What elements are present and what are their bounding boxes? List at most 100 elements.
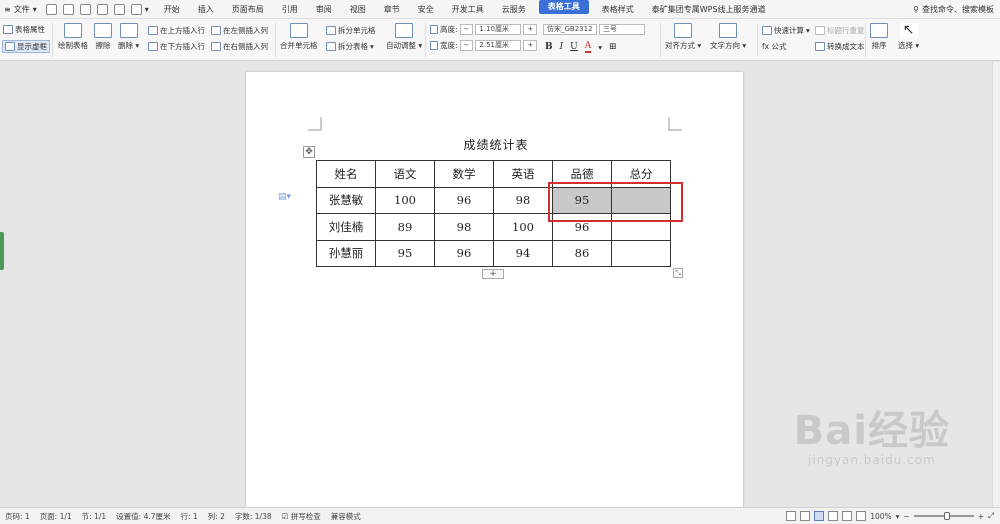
menu-tab[interactable]: 引用 xyxy=(273,0,307,19)
save-icon[interactable] xyxy=(62,3,74,15)
height-input[interactable]: 1.10厘米 xyxy=(475,24,522,35)
spell-check-button[interactable]: ☑ 拼写检查 xyxy=(277,511,326,522)
zoom-out-icon[interactable]: − xyxy=(903,512,909,521)
col-position: 列: 2 xyxy=(207,511,225,521)
table-move-handle[interactable]: ✥ xyxy=(303,146,315,158)
select-button[interactable]: ↖ 选择 ▾ xyxy=(898,23,919,51)
chevron-down-icon[interactable]: ▾ xyxy=(145,5,149,14)
sort-button[interactable]: 排序 xyxy=(870,23,888,51)
draw-table-button[interactable]: 绘制表格 xyxy=(58,23,88,51)
page-view-icon[interactable] xyxy=(814,511,825,521)
width-increment[interactable]: + xyxy=(523,40,538,51)
width-input[interactable]: 2.51厘米 xyxy=(475,40,522,51)
convert-to-text-button[interactable]: 转换成文本 xyxy=(815,41,865,52)
insert-below-button[interactable]: 在下方插入行 xyxy=(148,41,205,52)
table-resize-handle[interactable]: ⤡ xyxy=(673,268,683,278)
table-properties-button[interactable]: 表格属性 xyxy=(3,24,45,35)
formula-button[interactable]: fx 公式 xyxy=(762,41,786,52)
align-button[interactable]: 对齐方式 ▾ xyxy=(665,23,701,51)
print-icon[interactable] xyxy=(79,3,91,15)
side-panel-tab[interactable] xyxy=(0,232,4,270)
show-grid-button[interactable]: 显示虚框 xyxy=(2,40,50,53)
chevron-down-icon[interactable]: ▾ xyxy=(598,43,602,52)
table-cell[interactable]: 96 xyxy=(434,239,494,267)
document-page[interactable]: 成绩统计表 ✥ ▤▾ 姓名 语文 数学 英语 品德 总分 张慧敏 100 96 98 95 刘佳楠 89… xyxy=(246,72,743,512)
zoom-slider-thumb[interactable] xyxy=(943,512,950,520)
menu-tab[interactable]: 章节 xyxy=(375,0,409,19)
add-row-button[interactable]: + xyxy=(482,269,504,279)
vertical-scrollbar[interactable] xyxy=(992,62,1000,507)
read-view-icon[interactable] xyxy=(856,511,867,521)
fit-page-icon[interactable]: ⤢ xyxy=(988,511,994,521)
menu-tab[interactable]: 安全 xyxy=(409,0,443,19)
menu-tab[interactable]: 开发工具 xyxy=(443,0,493,19)
menu-tab[interactable]: 表格样式 xyxy=(593,0,643,19)
table-cell[interactable]: 98 xyxy=(493,186,553,214)
font-name-select[interactable]: 仿宋_GB2312 xyxy=(543,24,597,35)
table-cell[interactable]: 刘佳楠 xyxy=(316,213,376,241)
delete-icon xyxy=(119,23,138,38)
menu-tab[interactable]: 云服务 xyxy=(493,0,535,19)
table-header-cell[interactable]: 姓名 xyxy=(316,160,376,188)
menu-tab[interactable]: 泰矿集团专属WPS线上服务通道 xyxy=(643,0,775,19)
menu-tab[interactable]: 开始 xyxy=(155,0,189,19)
erase-button[interactable]: 擦除 xyxy=(94,23,112,51)
shading-button[interactable]: ⊞ xyxy=(609,42,617,52)
height-decrement[interactable]: − xyxy=(459,24,474,35)
menu-tab[interactable]: 视图 xyxy=(341,0,375,19)
delete-button[interactable]: 删除 ▾ xyxy=(118,23,139,51)
menu-tab[interactable]: 插入 xyxy=(189,0,223,19)
width-decrement[interactable]: − xyxy=(459,40,474,51)
table-header-cell[interactable]: 语文 xyxy=(375,160,435,188)
font-color-button[interactable]: A xyxy=(584,41,592,53)
file-menu[interactable]: ≡ 文件 ▾ xyxy=(0,0,43,19)
preview-icon[interactable] xyxy=(96,3,108,15)
chevron-down-icon[interactable]: ▾ xyxy=(896,512,900,521)
insert-above-button[interactable]: 在上方插入行 xyxy=(148,25,205,36)
insert-right-button[interactable]: 在右侧插入列 xyxy=(211,41,268,52)
paragraph-menu-icon[interactable]: ▤▾ xyxy=(278,192,291,202)
table-cell[interactable]: 96 xyxy=(434,186,494,214)
web-view-icon[interactable] xyxy=(842,511,853,521)
height-increment[interactable]: + xyxy=(523,24,538,35)
insert-left-button[interactable]: 在左侧插入列 xyxy=(211,25,268,36)
italic-button[interactable]: I xyxy=(560,42,564,52)
zoom-slider[interactable] xyxy=(913,512,974,520)
insert-row-above-icon xyxy=(148,26,158,35)
underline-button[interactable]: U xyxy=(570,42,578,52)
zoom-in-icon[interactable]: + xyxy=(978,512,984,521)
quick-calc-button[interactable]: 快速计算 ▾ xyxy=(762,25,810,36)
zoom-level[interactable]: 100% xyxy=(870,512,891,521)
search-box[interactable]: ⚲ 查找命令、搜索模板 xyxy=(913,4,1000,15)
font-size-select[interactable]: 三号 xyxy=(599,24,645,35)
table-header-cell[interactable]: 英语 xyxy=(493,160,553,188)
table-cell[interactable]: 89 xyxy=(375,213,435,241)
table-cell[interactable]: 86 xyxy=(552,239,612,267)
repeat-header-button[interactable]: 标题行重复 xyxy=(815,25,865,36)
bold-button[interactable]: B xyxy=(545,42,553,52)
text-direction-button[interactable]: 文字方向 ▾ xyxy=(710,23,746,51)
outline-view-icon[interactable] xyxy=(828,511,839,521)
menu-tab[interactable]: 表格工具 xyxy=(538,0,589,14)
split-table-button[interactable]: 拆分表格 ▾ xyxy=(326,41,374,52)
menu-tab[interactable]: 审阅 xyxy=(307,0,341,19)
table-cell[interactable]: 94 xyxy=(493,239,553,267)
full-screen-icon[interactable] xyxy=(800,511,811,521)
undo-icon[interactable] xyxy=(113,3,125,15)
auto-fit-button[interactable]: 自动调整 ▾ xyxy=(386,23,422,51)
table-cell[interactable]: 100 xyxy=(375,186,435,214)
menu-tab[interactable]: 页面布局 xyxy=(223,0,273,19)
table-cell[interactable] xyxy=(611,239,671,267)
eye-icon[interactable] xyxy=(786,511,797,521)
table-cell[interactable]: 100 xyxy=(493,213,553,241)
table-cell[interactable]: 孙慧丽 xyxy=(316,239,376,267)
word-count[interactable]: 字数: 1/38 xyxy=(230,511,277,522)
table-header-cell[interactable]: 数学 xyxy=(434,160,494,188)
split-cells-button[interactable]: 拆分单元格 xyxy=(326,25,376,36)
table-cell[interactable]: 95 xyxy=(375,239,435,267)
open-icon[interactable] xyxy=(45,3,57,15)
table-cell[interactable]: 张慧敏 xyxy=(316,186,376,214)
redo-icon[interactable] xyxy=(130,3,142,15)
merge-cells-button[interactable]: 合并单元格 xyxy=(280,23,318,51)
table-cell[interactable]: 98 xyxy=(434,213,494,241)
